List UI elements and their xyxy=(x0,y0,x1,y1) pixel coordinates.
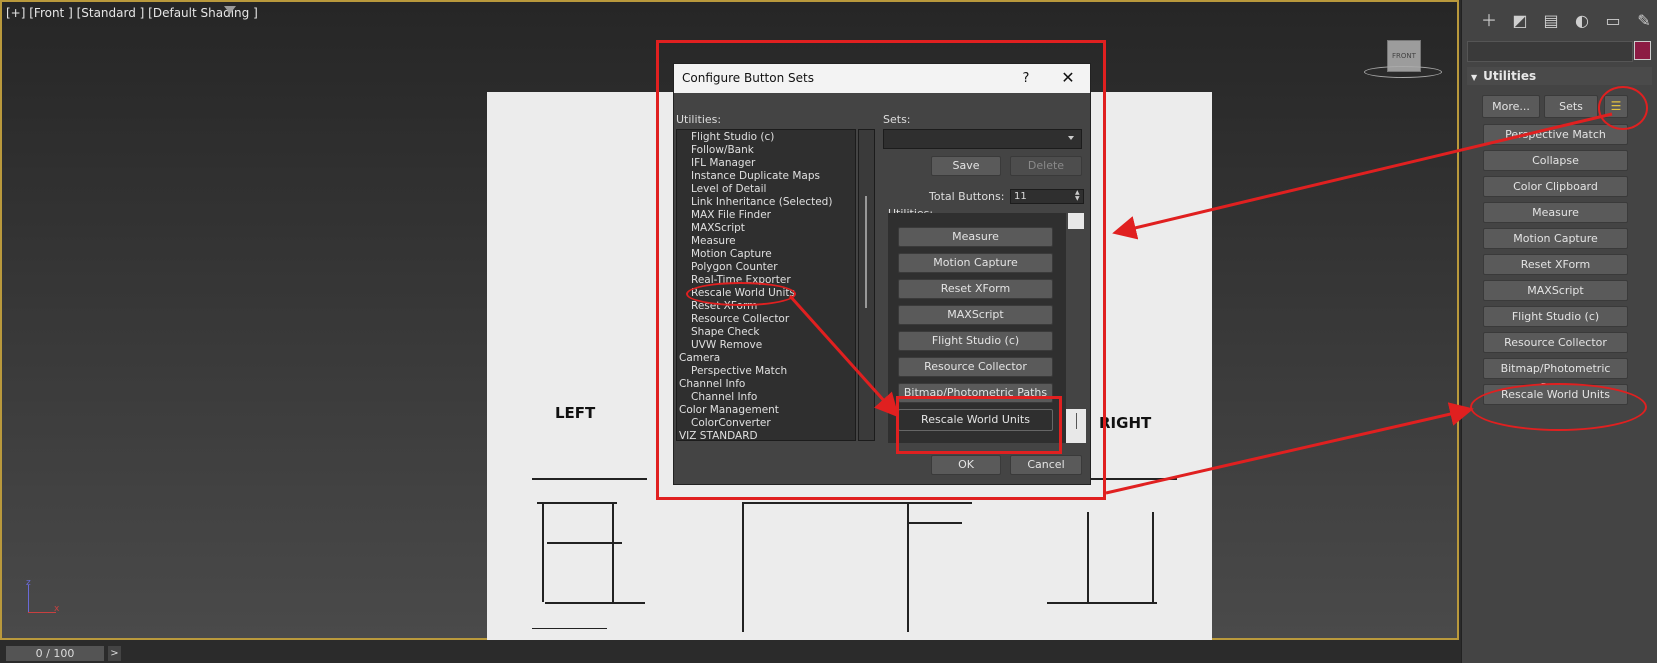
name-field[interactable] xyxy=(1467,41,1633,62)
x-axis-label: x xyxy=(54,604,60,614)
filter-icon[interactable] xyxy=(224,6,236,14)
utility-button[interactable]: Bitmap/Photometric Paths xyxy=(1483,358,1628,394)
motion-tab-icon[interactable]: ◐ xyxy=(1570,10,1594,32)
blueprint-right-label: RIGHT xyxy=(1099,414,1152,432)
utility-button[interactable]: Color Clipboard xyxy=(1483,176,1628,197)
blueprint-left-label: LEFT xyxy=(555,404,596,422)
utility-button[interactable]: Reset XForm xyxy=(1483,254,1628,275)
utility-button[interactable]: Measure xyxy=(1483,202,1628,223)
utility-button[interactable]: MAXScript xyxy=(1483,280,1628,301)
drawing-line xyxy=(1152,512,1154,602)
annotation-highlight-selected-button xyxy=(896,396,1062,454)
drawing-line xyxy=(612,502,614,602)
x-axis-icon xyxy=(28,612,56,613)
utilities-tab-icon[interactable]: ✎ xyxy=(1632,10,1656,32)
utility-button[interactable]: Flight Studio (c) xyxy=(1483,306,1628,327)
utility-button[interactable]: Perspective Match xyxy=(1483,124,1628,145)
z-axis-label: z xyxy=(26,578,31,588)
drawing-line xyxy=(1047,602,1157,604)
drawing-line xyxy=(1087,512,1089,602)
drawing-line xyxy=(537,502,617,504)
drawing-line xyxy=(547,542,622,544)
drawing-line xyxy=(907,522,962,524)
z-axis-icon xyxy=(28,585,29,613)
more-button[interactable]: More... xyxy=(1482,95,1540,118)
create-tab-icon[interactable]: ＋ xyxy=(1477,10,1501,32)
modify-tab-icon[interactable]: ◩ xyxy=(1508,10,1532,32)
utilities-rollout-title: Utilities xyxy=(1483,69,1537,83)
utility-button[interactable]: Collapse xyxy=(1483,150,1628,171)
annotation-circle-configure-icon xyxy=(1598,86,1648,130)
utilities-rollout-header[interactable]: ▼ Utilities xyxy=(1467,67,1652,85)
drawing-line xyxy=(542,502,544,602)
object-color-swatch[interactable] xyxy=(1634,41,1651,60)
next-frame-button[interactable]: > xyxy=(108,646,121,661)
drawing-line xyxy=(532,628,607,629)
drawing-line xyxy=(545,602,645,604)
drawing-line xyxy=(532,478,647,480)
sets-button[interactable]: Sets xyxy=(1544,95,1598,118)
hierarchy-tab-icon[interactable]: ▤ xyxy=(1539,10,1563,32)
drawing-line xyxy=(742,502,972,504)
time-slider[interactable]: 0 / 100 xyxy=(6,646,104,661)
viewcube-compass-ring[interactable] xyxy=(1364,66,1442,78)
timeline-bar xyxy=(0,642,1459,663)
drawing-line xyxy=(742,502,744,632)
utility-button[interactable]: Motion Capture xyxy=(1483,228,1628,249)
annotation-circle-list-item xyxy=(686,282,796,306)
display-tab-icon[interactable]: ▭ xyxy=(1601,10,1625,32)
utility-button[interactable]: Resource Collector xyxy=(1483,332,1628,353)
viewport-label[interactable]: [+] [Front ] [Standard ] [Default Shadin… xyxy=(6,6,258,20)
collapse-arrow-icon: ▼ xyxy=(1471,73,1478,82)
annotation-circle-rescale-button xyxy=(1470,383,1647,431)
